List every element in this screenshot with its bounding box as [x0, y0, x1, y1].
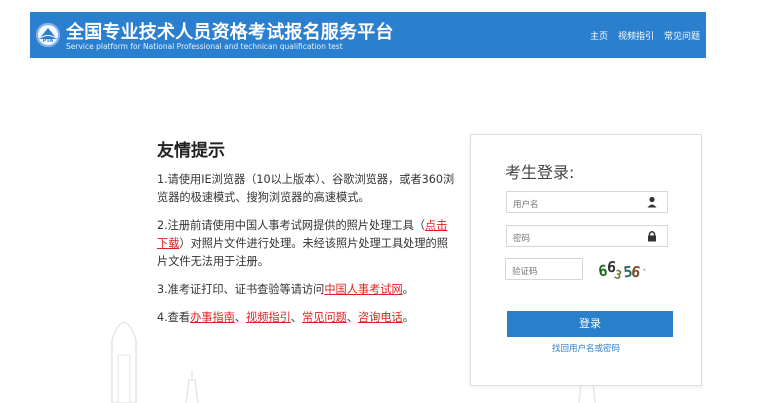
captcha-input[interactable] — [506, 262, 582, 282]
tip-3: 3.准考证打印、证书查验等请访问中国人事考试网。 — [157, 283, 414, 296]
captcha-noise: · — [641, 265, 648, 276]
header-bar: PTA 全国专业技术人员资格考试报名服务平台 Service platform … — [30, 12, 706, 58]
tip-2: 2.注册前请使用中国人事考试网提供的照片处理工具（点击下载）对照片文件进行处理。… — [157, 219, 448, 268]
captcha-image[interactable]: 66356· — [597, 258, 674, 284]
building-illustration-left — [111, 321, 137, 403]
user-icon — [647, 196, 657, 208]
tower-illustration-left — [185, 370, 199, 403]
tips-panel: 友情提示 1.请使用IE浏览器（10以上版本）、谷歌浏览器，或者360浏览器的极… — [157, 136, 457, 337]
captcha-field[interactable] — [505, 258, 583, 282]
guide-link[interactable]: 办事指南 — [190, 311, 235, 324]
pta-logo: PTA — [36, 23, 60, 47]
site-subtitle: Service platform for National Profession… — [66, 42, 343, 51]
svg-text:PTA: PTA — [43, 38, 54, 44]
tip-4: 4.查看办事指南、视频指引、常见问题、咨询电话。 — [157, 311, 414, 324]
password-input[interactable] — [507, 229, 638, 249]
username-field[interactable] — [506, 191, 668, 215]
tips-title: 友情提示 — [157, 141, 225, 161]
top-nav: 主页 视频指引 常见问题 — [590, 29, 700, 42]
captcha-char: 6 — [630, 262, 643, 282]
nav-video-guide-link[interactable]: 视频指引 — [618, 29, 654, 42]
forgot-credentials-link[interactable]: 找回用户名或密码 — [470, 342, 702, 354]
faq-link[interactable]: 常见问题 — [302, 311, 347, 324]
nav-home-link[interactable]: 主页 — [590, 29, 608, 42]
tip-1: 1.请使用IE浏览器（10以上版本）、谷歌浏览器，或者360浏览器的极速模式、搜… — [157, 173, 455, 204]
site-title: 全国专业技术人员资格考试报名服务平台 — [66, 22, 394, 43]
login-button[interactable]: 登录 — [507, 311, 673, 337]
username-input[interactable] — [507, 195, 638, 215]
lock-icon — [648, 231, 656, 242]
video-guide-link[interactable]: 视频指引 — [246, 311, 291, 324]
password-field[interactable] — [506, 225, 668, 249]
cpta-site-link[interactable]: 中国人事考试网 — [324, 283, 402, 296]
nav-faq-link[interactable]: 常见问题 — [664, 29, 700, 42]
login-title: 考生登录: — [505, 163, 575, 182]
hotline-link[interactable]: 咨询电话 — [358, 311, 403, 324]
